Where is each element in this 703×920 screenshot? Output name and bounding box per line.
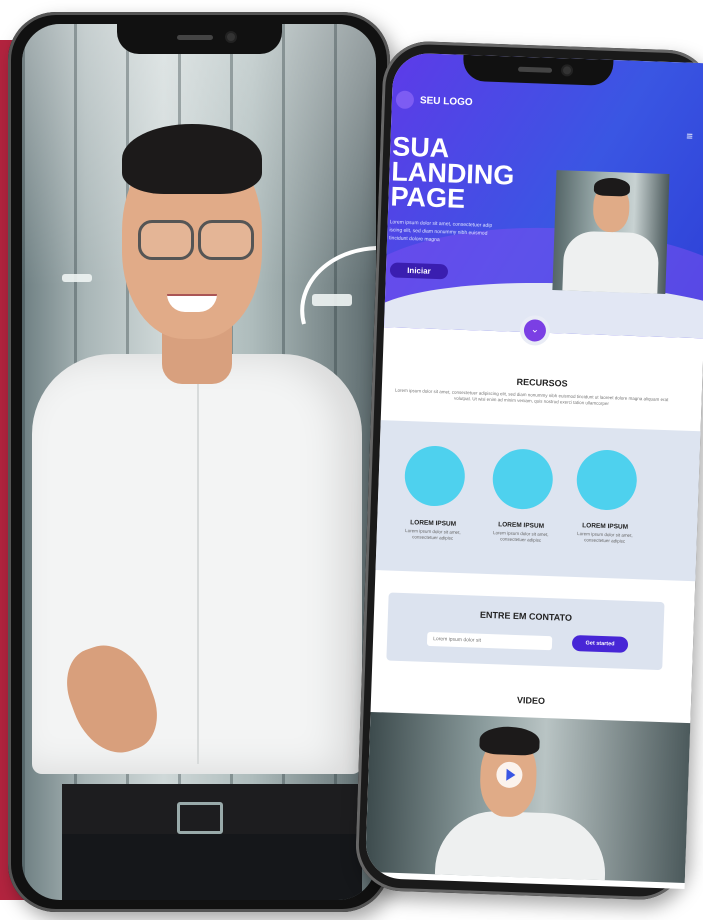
feature-title: LOREM IPSUM — [410, 519, 457, 528]
logo-icon — [395, 90, 415, 110]
phone-notch — [462, 54, 614, 87]
video-title: VIDEO — [516, 695, 546, 707]
iniciar-button[interactable]: Iniciar — [389, 262, 449, 280]
feature-text: Lorem ipsum dolor sit amet, consectetuer… — [493, 530, 549, 543]
features-section: LOREM IPSUM LOREM IPSUM LOREM IPSUM Lore… — [375, 420, 701, 582]
hero-photo — [552, 170, 670, 294]
logo-text: SEU LOGO — [419, 95, 473, 109]
contact-title: ENTRE EM CONTATO — [479, 609, 573, 623]
phone-notch — [117, 24, 282, 54]
hero-section: SEU LOGO ≡ SUA LANDING PAGE Lorem ipsum … — [383, 52, 703, 339]
video-player[interactable] — [364, 711, 691, 884]
chevron-down-icon[interactable]: ⌄ — [523, 319, 547, 342]
person-photo — [22, 24, 376, 900]
feature-title: LOREM IPSUM — [498, 521, 545, 530]
feature-circle — [491, 448, 554, 511]
arrow-icon — [300, 246, 376, 325]
left-phone-mockup — [8, 12, 390, 912]
landing-page-screen: SEU LOGO ≡ SUA LANDING PAGE Lorem ipsum … — [364, 52, 703, 890]
contact-input[interactable]: Lorem ipsum dolor sit — [426, 631, 553, 651]
hamburger-menu-icon[interactable]: ≡ — [686, 131, 693, 143]
right-phone-mockup: SEU LOGO ≡ SUA LANDING PAGE Lorem ipsum … — [354, 40, 703, 901]
feature-title: LOREM IPSUM — [582, 522, 629, 531]
feature-circle — [403, 445, 466, 508]
feature-text: Lorem ipsum dolor sit amet, consectetuer… — [577, 531, 633, 544]
feature-text: Lorem ipsum dolor sit amet, consectetuer… — [405, 528, 461, 541]
get-started-button[interactable]: Get started — [571, 634, 629, 653]
hero-title: SUA LANDING PAGE — [390, 131, 515, 214]
feature-circle — [575, 449, 638, 512]
contact-section: ENTRE EM CONTATO Lorem ipsum dolor sit G… — [386, 592, 665, 671]
left-phone-screen — [22, 24, 376, 900]
hero-text: Lorem ipsum dolor sit amet, consectetuer… — [388, 219, 493, 244]
